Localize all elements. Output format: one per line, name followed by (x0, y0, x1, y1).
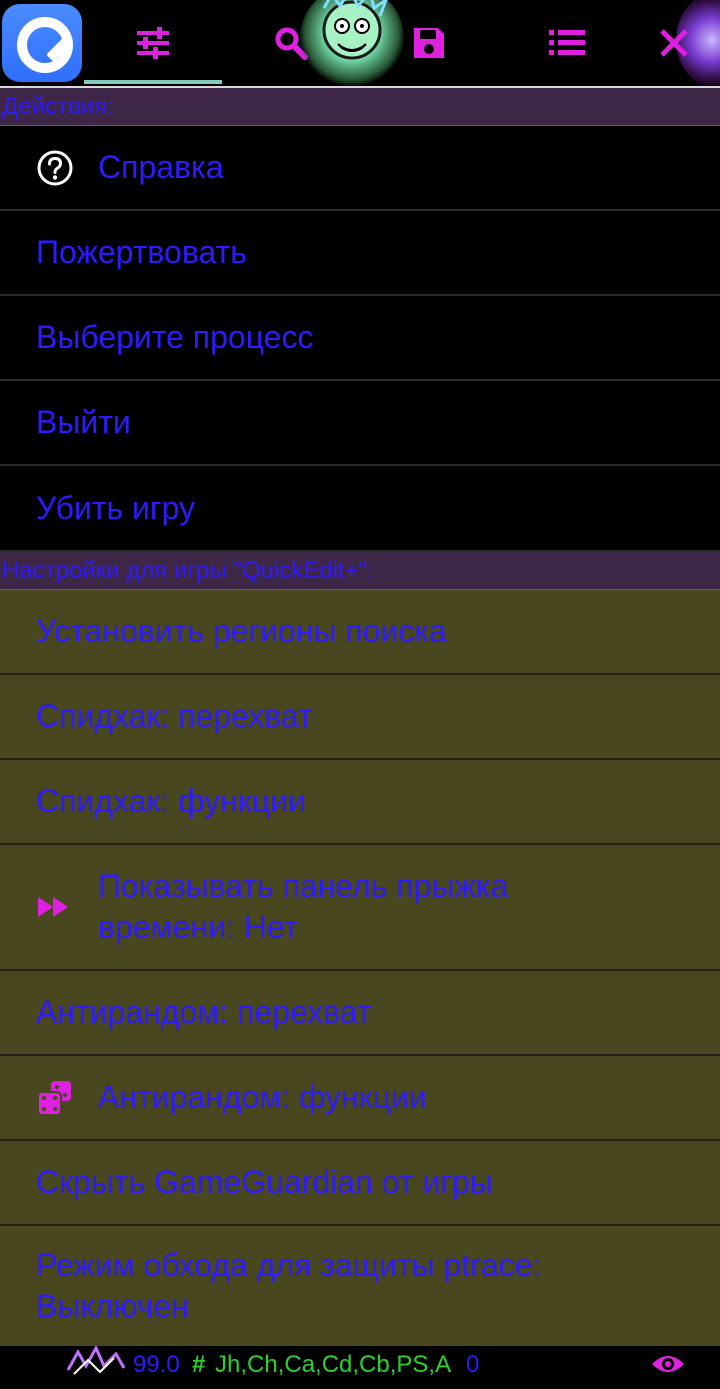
menu-item-antirandom-hook[interactable]: Антирандом: перехват (0, 971, 720, 1056)
menu-item-label: Антирандом: функции (98, 1079, 427, 1115)
menu-item-label: Установить регионы поиска (36, 613, 447, 649)
menu-item-time-jump-panel[interactable]: Показывать панель прыжка времени: Нет (0, 845, 720, 971)
menu-item-label-line: времени: Нет (98, 909, 299, 945)
close-icon (660, 29, 688, 57)
menu-item-label: Скрыть GameGuardian от игры (36, 1164, 493, 1200)
dice-icon (0, 1079, 98, 1117)
menu-item-donate[interactable]: Пожертвовать (0, 211, 720, 296)
menu-item-label-line: Режим обхода для защиты ptrace: (36, 1247, 542, 1283)
speed-value[interactable]: 99.0 (133, 1346, 180, 1384)
region-flags[interactable]: Jh,Ch,Ca,Cd,Cb,PS,A (215, 1346, 451, 1384)
menu-item-speedhack-functions[interactable]: Спидхак: функции (0, 760, 720, 845)
eye-icon[interactable] (650, 1351, 686, 1389)
menu-item-label-line: Выключен (36, 1288, 189, 1324)
section-header-game-settings: Настройки для игры "QuickEdit+": (0, 552, 720, 590)
menu-item-ptrace-bypass[interactable]: Режим обхода для защиты ptrace: Выключен (0, 1226, 720, 1346)
save-icon (414, 28, 444, 58)
tab-list[interactable] (498, 0, 636, 86)
menu-item-hide-gameguardian[interactable]: Скрыть GameGuardian от игры (0, 1141, 720, 1226)
tab-save[interactable] (360, 0, 498, 86)
menu-item-help[interactable]: Справка (0, 126, 720, 211)
menu-item-speedhack-hook[interactable]: Спидхак: перехват (0, 675, 720, 760)
menu-item-label: Выйти (36, 404, 131, 440)
menu-item-search-regions[interactable]: Установить регионы поиска (0, 590, 720, 675)
result-count: 0 (466, 1351, 480, 1378)
menu-item-label: Спидхак: перехват (36, 698, 313, 734)
menu-item-label: Антирандом: перехват (36, 994, 372, 1030)
section-header-actions: Действия: (0, 88, 720, 126)
menu-item-label-line: Показывать панель прыжка (98, 868, 509, 904)
menu-item-antirandom-functions[interactable]: Антирандом: функции (0, 1056, 720, 1141)
list-icon (549, 30, 585, 55)
app-icon[interactable] (2, 4, 82, 82)
menu-item-label: Справка (98, 149, 224, 185)
menu-item-label: Выберите процесс (36, 319, 314, 355)
menu-item-kill-game[interactable]: Убить игру (0, 466, 720, 552)
menu-item-label: Спидхак: функции (36, 783, 306, 819)
help-circle-icon (0, 149, 98, 187)
menu-item-label: Пожертвовать (36, 234, 247, 270)
menu-item-label: Убить игру (36, 489, 196, 526)
menu-item-label: Режим обхода для защиты ptrace: Выключен (0, 1245, 541, 1327)
menu-item-label: Показывать панель прыжка времени: Нет (98, 866, 508, 948)
tab-settings[interactable] (84, 0, 222, 86)
menu-item-select-process[interactable]: Выберите процесс (0, 296, 720, 381)
sticker-fragment-image (66, 1346, 126, 1375)
fast-forward-icon (0, 894, 98, 920)
tab-close[interactable] (646, 0, 720, 86)
sliders-icon (137, 27, 169, 59)
active-tab-indicator (84, 80, 222, 84)
status-bar: 99.0 # Jh,Ch,Ca,Cd,Cb,PS,A 0 (0, 1346, 720, 1384)
menu-item-exit[interactable]: Выйти (0, 381, 720, 466)
hash-label: # (192, 1351, 206, 1378)
toolbar (0, 0, 720, 90)
